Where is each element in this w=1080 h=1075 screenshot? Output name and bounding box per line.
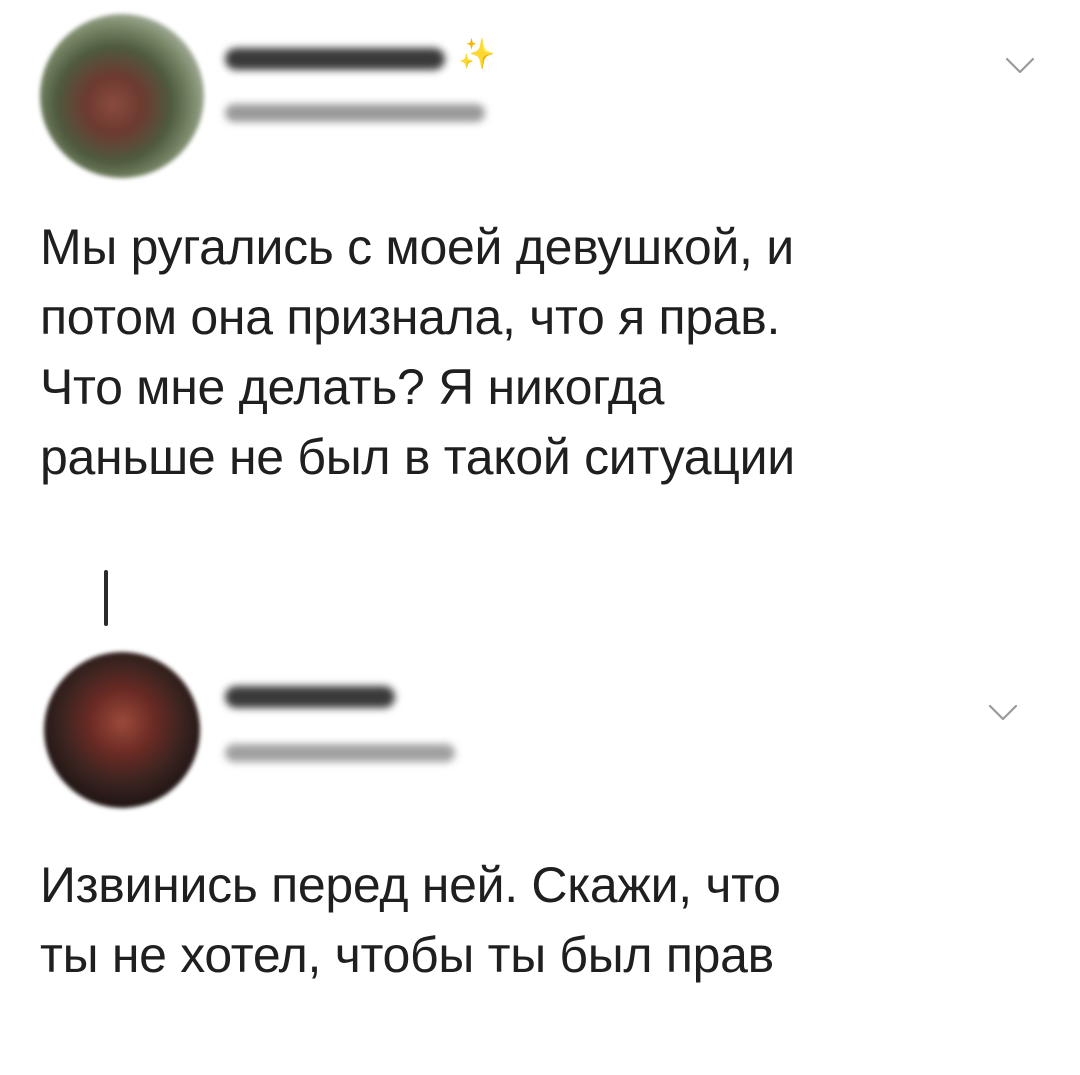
post-body-text: Мы ругались с моей девушкой, и потом она… (40, 219, 795, 485)
reply-body-text: Извинись перед ней. Скажи, что ты не хот… (40, 857, 781, 983)
username-redacted[interactable] (225, 104, 485, 122)
chevron-down-icon[interactable] (1005, 57, 1035, 75)
post-reply: Извинись перед ней. Скажи, что ты не хот… (0, 640, 1080, 1075)
sparkle-icon: ✨ (458, 38, 496, 71)
post-original: ✨ Мы ругались с моей девушкой, и потом о… (0, 0, 1080, 560)
thread-connector-line (104, 570, 108, 626)
display-name-redacted[interactable] (225, 48, 445, 70)
display-name-redacted[interactable] (225, 686, 395, 708)
username-redacted[interactable] (225, 744, 455, 762)
avatar[interactable] (40, 14, 204, 178)
avatar[interactable] (44, 652, 200, 808)
chevron-down-icon[interactable] (988, 704, 1018, 722)
